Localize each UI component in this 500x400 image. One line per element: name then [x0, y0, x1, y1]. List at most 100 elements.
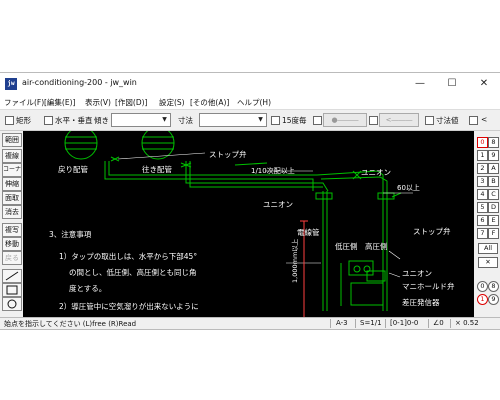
right-layer-column: 0 8 1 9 2 A 3 B 4 C 5 D 6 E 7 F All ✕ 0 … [475, 131, 500, 317]
tilt-label: 傾き [94, 116, 109, 125]
dimval-checkbox[interactable] [425, 116, 434, 125]
status-paper[interactable]: A-3 [336, 319, 348, 327]
layer-6-button[interactable]: 6 [477, 215, 488, 226]
maximize-button[interactable]: ☐ [436, 73, 468, 95]
tilt-select[interactable]: ▼ [111, 113, 171, 127]
status-scale[interactable]: S=1/1 [360, 319, 382, 327]
lt-label: < [481, 115, 488, 124]
notes-heading: 3、注意事項 [49, 230, 92, 239]
layer-0-button[interactable]: 0 [477, 137, 488, 148]
application-window: jw air-conditioning-200 - jw_win — ☐ ✕ フ… [0, 72, 500, 330]
lt-checkbox[interactable] [469, 116, 478, 125]
label-slope: 1/10次配以上 [251, 167, 295, 175]
label-union-1: ユニオン [361, 168, 391, 177]
slope-indicator [234, 162, 268, 166]
label-supply-pipe: 往き配管 [142, 165, 172, 174]
note-2a: 2）導圧管中に空気溜りが出来ないように [59, 302, 199, 311]
tool-erase[interactable]: 消去 [2, 205, 22, 219]
label-high-side: 高圧側 [365, 242, 388, 251]
dash2-button[interactable]: <――― [379, 113, 419, 127]
menu-other[interactable]: [その他(A)] [190, 97, 229, 108]
menu-settings[interactable]: 設定(S) [159, 97, 185, 108]
menu-edit[interactable]: [編集(E)] [44, 97, 75, 108]
layer-4-button[interactable]: 4 [477, 189, 488, 200]
layer-5-button[interactable]: 5 [477, 202, 488, 213]
dim-select[interactable]: ▼ [199, 113, 267, 127]
menu-view[interactable]: 表示(V) [85, 97, 111, 108]
status-zoom[interactable]: × 0.52 [455, 319, 479, 327]
chevron-down-icon: ▼ [162, 116, 167, 123]
layer-c-button[interactable]: C [488, 189, 499, 200]
layer-1-button[interactable]: 1 [477, 150, 488, 161]
status-separator [450, 319, 451, 328]
rect-checkbox[interactable] [5, 116, 14, 125]
layer-7-button[interactable]: 7 [477, 228, 488, 239]
label-return-pipe: 戻り配管 [58, 165, 88, 174]
group-9-button[interactable]: 9 [488, 294, 499, 305]
app-icon: jw [5, 78, 17, 90]
dash1-checkbox[interactable] [313, 116, 322, 125]
tool-circle[interactable] [2, 297, 22, 311]
label-pressure-gen: 差圧発信器 [402, 298, 440, 307]
layer-x-button[interactable]: ✕ [478, 257, 498, 268]
tool-stretch[interactable]: 伸縮 [2, 177, 22, 191]
layer-2-button[interactable]: 2 [477, 163, 488, 174]
label-stop-valve-1: ストップ弁 [209, 150, 247, 159]
left-tool-column: 範囲 複線 コーナー 伸縮 面取 消去 複写 移動 戻る [0, 131, 22, 317]
pipe-section-return [64, 131, 98, 160]
tool-copy[interactable]: 複写 [2, 223, 22, 237]
group-0-button[interactable]: 0 [477, 281, 488, 292]
layer-9-button[interactable]: 9 [488, 150, 499, 161]
status-separator [385, 319, 386, 328]
group-8-button[interactable]: 8 [488, 281, 499, 292]
status-bar: 始点を指示してください (L)free (R)Read A-3 S=1/1 [0… [0, 317, 500, 329]
hv-checkbox[interactable] [44, 116, 53, 125]
label-low-side: 低圧側 [335, 242, 358, 251]
manifold-and-transmitter [340, 260, 386, 306]
deg15-label: 15度毎 [282, 116, 307, 125]
status-separator [428, 319, 429, 328]
title-bar: jw air-conditioning-200 - jw_win — ☐ ✕ [0, 73, 500, 95]
layer-d-button[interactable]: D [488, 202, 499, 213]
tool-rectangle[interactable] [2, 283, 22, 297]
tool-range[interactable]: 範囲 [2, 133, 22, 147]
label-60: 60以上 [397, 184, 420, 192]
status-layer[interactable]: [0-1]0-0 [390, 319, 418, 327]
tool-parallel-line[interactable]: 複線 [2, 149, 22, 163]
layer-all-button[interactable]: All [478, 243, 498, 254]
minimize-button[interactable]: — [404, 73, 436, 95]
menu-help[interactable]: ヘルプ(H) [237, 97, 271, 108]
toolbar: 矩形 水平・垂直 傾き ▼ 寸法 ▼ 15度毎 ●――― <――― 寸法値 < [0, 109, 500, 131]
tool-chamfer[interactable]: 面取 [2, 191, 22, 205]
deg15-checkbox[interactable] [271, 116, 280, 125]
label-manifold: マニホールド弁 [402, 282, 455, 291]
chevron-down-icon: ▼ [258, 116, 263, 123]
tool-move[interactable]: 移動 [2, 237, 22, 251]
pipe-section-supply [141, 131, 175, 160]
layer-8-button[interactable]: 8 [488, 137, 499, 148]
label-union-2: ユニオン [263, 200, 293, 209]
tool-corner[interactable]: コーナー [2, 163, 22, 185]
note-1c: 度とする。 [69, 284, 107, 293]
status-angle[interactable]: ∠0 [433, 319, 444, 327]
layer-a-button[interactable]: A [488, 163, 499, 174]
menu-file[interactable]: ファイル(F) [4, 97, 44, 108]
tool-undo[interactable]: 戻る [2, 251, 22, 265]
group-1-button[interactable]: 1 [477, 294, 488, 305]
status-message: 始点を指示してください (L)free (R)Read [4, 320, 137, 328]
label-power-line: 電線管 [297, 228, 320, 237]
close-button[interactable]: ✕ [468, 73, 500, 95]
dimval-label: 寸法値 [436, 116, 459, 125]
menu-draw[interactable]: [作図(D)] [115, 97, 147, 108]
layer-3-button[interactable]: 3 [477, 176, 488, 187]
layer-b-button[interactable]: B [488, 176, 499, 187]
dash2-checkbox[interactable] [369, 116, 378, 125]
note-1b: の間とし、低圧側、高圧側とも同じ角 [69, 268, 197, 277]
circle-tool-icon [7, 299, 17, 309]
tool-line[interactable] [2, 269, 22, 283]
rect-label: 矩形 [16, 116, 31, 125]
layer-f-button[interactable]: F [488, 228, 499, 239]
layer-e-button[interactable]: E [488, 215, 499, 226]
drawing-canvas[interactable]: 戻り配管 往き配管 ストップ弁 1/10次配以上 ユニオン 60以上 ユニオン … [23, 131, 474, 317]
dash1-button[interactable]: ●――― [323, 113, 367, 127]
